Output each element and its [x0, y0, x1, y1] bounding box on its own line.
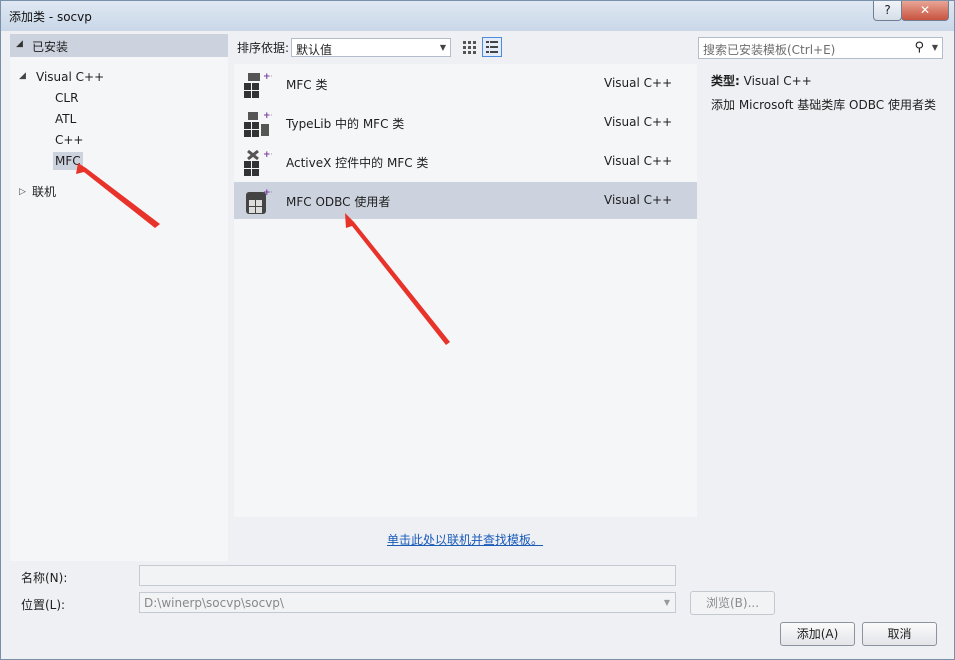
collapsed-arrow-icon[interactable]: ▷: [19, 187, 26, 197]
template-name: MFC 类: [286, 78, 328, 92]
svg-text:++: ++: [263, 150, 272, 160]
svg-text:++: ++: [263, 72, 272, 82]
template-language: Visual C++: [604, 115, 673, 129]
close-button[interactable]: ✕: [901, 1, 949, 21]
detail-type-label: 类型:: [711, 74, 740, 88]
svg-text:++: ++: [263, 188, 272, 198]
typelib-mfc-class-icon: ++: [244, 111, 272, 137]
installed-header[interactable]: ◢ 已安装: [10, 34, 228, 57]
detail-type: 类型: Visual C++: [711, 72, 812, 89]
location-label: 位置(L):: [21, 598, 66, 612]
sort-select[interactable]: 默认值 ▼: [291, 38, 451, 57]
template-tree: ◢ 已安装 ◢ Visual C++ CLR ATL C++ MFC ▷ 联机: [10, 34, 228, 561]
help-button[interactable]: ?: [873, 1, 902, 21]
cancel-button[interactable]: 取消: [862, 622, 937, 646]
tree-item-clr[interactable]: CLR: [55, 89, 78, 107]
template-list: ++ MFC 类 Visual C++ ++ TypeLib 中的 MFC 类 …: [234, 64, 697, 517]
name-field[interactable]: [139, 565, 676, 586]
template-row-mfc-class[interactable]: ++ MFC 类 Visual C++: [234, 65, 697, 102]
title-bar: 添加类 - socvp ? ✕: [1, 1, 954, 31]
search-icon[interactable]: ⚲: [914, 40, 924, 55]
sort-label: 排序依据:: [237, 41, 290, 55]
tree-item-mfc[interactable]: MFC: [53, 152, 83, 170]
detail-type-value: Visual C++: [743, 74, 812, 88]
template-name: MFC ODBC 使用者: [286, 195, 391, 209]
template-name: ActiveX 控件中的 MFC 类: [286, 156, 429, 170]
tree-item-cpp[interactable]: C++: [55, 131, 84, 149]
activex-mfc-class-icon: ++: [244, 149, 272, 176]
add-button[interactable]: 添加(A): [780, 622, 855, 646]
search-placeholder: 搜索已安装模板(Ctrl+E): [703, 43, 836, 57]
tree-item-online[interactable]: 联机: [32, 183, 56, 201]
window-title: 添加类 - socvp: [9, 10, 92, 24]
name-label: 名称(N):: [21, 571, 68, 585]
list-view-button[interactable]: [482, 37, 502, 57]
tree-item-atl[interactable]: ATL: [55, 110, 76, 128]
template-name: TypeLib 中的 MFC 类: [286, 117, 405, 131]
template-language: Visual C++: [604, 76, 673, 90]
sort-value: 默认值: [296, 43, 333, 57]
list-view-icon: [486, 41, 498, 53]
detail-description: 添加 Microsoft 基础类库 ODBC 使用者类: [711, 98, 936, 112]
mfc-odbc-consumer-icon: ++: [246, 188, 272, 214]
expand-arrow-icon[interactable]: ◢: [19, 71, 26, 81]
svg-text:++: ++: [263, 111, 272, 121]
template-language: Visual C++: [604, 193, 673, 207]
grid-view-icon: [463, 41, 476, 54]
search-installed-templates[interactable]: 搜索已安装模板(Ctrl+E) ⚲ ▼: [698, 37, 943, 59]
template-language: Visual C++: [604, 154, 673, 168]
installed-label: 已安装: [32, 40, 69, 54]
find-templates-online-link[interactable]: 单击此处以联机并查找模板。: [387, 531, 543, 548]
chevron-down-icon[interactable]: ▼: [664, 598, 670, 607]
add-class-dialog: 添加类 - socvp ? ✕ ◢ 已安装 ◢ Visual C++ CLR A…: [0, 0, 955, 660]
browse-button[interactable]: 浏览(B)...: [690, 591, 775, 615]
template-row-activex-mfc-class[interactable]: ++ ActiveX 控件中的 MFC 类 Visual C++: [234, 143, 697, 180]
tree-item-visual-cpp[interactable]: Visual C++: [36, 68, 104, 86]
chevron-down-icon: ▼: [439, 43, 446, 52]
location-value: D:\winerp\socvp\socvp\: [144, 596, 284, 610]
chevron-down-icon[interactable]: ▼: [932, 43, 938, 52]
template-row-typelib-mfc-class[interactable]: ++ TypeLib 中的 MFC 类 Visual C++: [234, 104, 697, 141]
collapse-arrow-icon[interactable]: ◢: [16, 39, 23, 49]
mfc-class-icon: ++: [244, 72, 272, 98]
grid-view-button[interactable]: [459, 37, 479, 57]
template-row-mfc-odbc-consumer[interactable]: ++ MFC ODBC 使用者 Visual C++: [234, 182, 697, 219]
location-field[interactable]: D:\winerp\socvp\socvp\ ▼: [139, 592, 676, 613]
